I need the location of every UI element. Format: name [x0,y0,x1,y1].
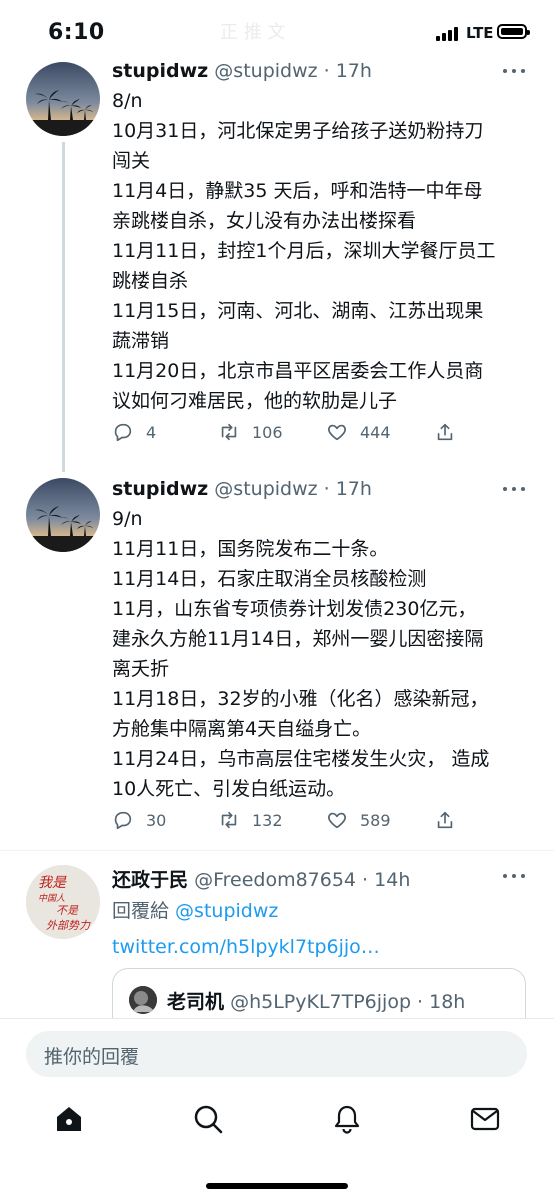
like-count: 444 [360,422,391,442]
tweet-line: 11月，山东省专项债券计划发债230亿元， [112,598,477,620]
like-button[interactable]: 589 [326,806,391,834]
tweet-line: 11月11日，国务院发布二十条。 [112,538,389,560]
avatar-text-line: 中国人 [38,893,65,904]
tweet-line: 闯关 [112,150,151,172]
tweet-line: 11月24日，乌市高层住宅楼发生火灾， 造成 [112,748,490,770]
replying-to-label: 回覆給 [112,900,176,922]
share-button[interactable] [434,418,468,446]
tweet-line: 方舱集中隔离第4天自缢身亡。 [112,718,372,740]
retweet-icon [221,423,237,441]
more-options-icon[interactable] [503,487,525,493]
reply-button[interactable]: 30 [112,806,166,834]
reply-input-placeholder: 推你的回覆 [44,1046,140,1068]
tab-messages[interactable] [469,1103,501,1135]
tweet-line: 8/n [112,90,143,112]
bottom-panel: 推你的回覆 [0,1018,554,1201]
tweet-text: 9/n 11月11日，国务院发布二十条。 11月14日，石家庄取消全员核酸检测 … [112,504,532,804]
retweet-button[interactable]: 132 [218,806,283,834]
like-button[interactable]: 444 [326,418,391,446]
retweet-icon [221,811,237,829]
quoted-header: 老司机 @h5LPyKL7TP6jjop · 18h [167,987,465,1014]
display-name[interactable]: stupidwz [112,478,208,500]
tab-bar [0,1089,554,1149]
reply-icon [114,811,132,830]
handle-and-time: @stupidwz · 17h [214,478,372,500]
tweet-text: 回覆給 @stupidwz twitter.com/h5lpykl7tp6jjo… [112,893,532,965]
share-button[interactable] [434,806,468,834]
quoted-handle-and-time: @h5LPyKL7TP6jjop · 18h [230,991,466,1013]
like-count: 589 [360,810,391,830]
tweet-line: 10人死亡、引发白纸运动。 [112,778,346,800]
tweet-line: 亲跳楼自杀，女儿没有办法出楼探看 [112,210,417,232]
tweet-line: 11月11日，封控1个月后，深圳大学餐厅员工 [112,240,496,262]
tweet-line: 11月14日，石家庄取消全员核酸检测 [112,568,427,590]
tweet-text: 8/n 10月31日，河北保定男子给孩子送奶粉持刀 闯关 11月4日，静默35 … [112,86,532,416]
tweet-header: stupidwz @stupidwz · 17h [112,60,372,82]
avatar[interactable] [26,478,100,552]
retweet-count: 132 [252,810,283,830]
tweet-actions: 4 106 444 [112,418,532,446]
avatar[interactable]: 我是 中国人 不是 外部势力 [26,865,100,939]
tweet-line: 跳楼自杀 [112,270,189,292]
notifications-icon [334,1105,360,1134]
reply-count: 30 [146,810,167,830]
tweet-line: 蔬滞销 [112,330,170,352]
avatar-text-line: 我是 [38,875,67,891]
more-options-icon[interactable] [503,874,525,880]
tweet-line: 11月20日，北京市昌平区居委会工作人员商 [112,360,484,382]
more-options-icon[interactable] [503,69,525,75]
messages-icon [470,1107,500,1131]
tweet-line: 10月31日，河北保定男子给孩子送奶粉持刀 [112,120,484,142]
tweet-line: 11月15日，河南、河北、湖南、江苏出现果 [112,300,484,322]
tweet-line: 议如何刁难居民，他的软肋是儿子 [112,390,398,412]
handle-and-time: @stupidwz · 17h [214,60,372,82]
home-icon [57,1107,81,1131]
reply-icon [114,423,132,442]
tweet-actions: 30 132 589 [112,806,532,834]
tweet-line: 9/n [112,508,143,530]
home-indicator [206,1183,348,1189]
avatar[interactable] [26,62,100,136]
retweet-button[interactable]: 106 [218,418,283,446]
avatar-text-line: 外部势力 [46,919,91,932]
replying-to: 回覆給 @stupidwz [112,893,532,929]
tab-search[interactable] [192,1103,224,1135]
tweet-header: 还政于民 @Freedom87654 · 14h [112,865,410,892]
tweet-line: 离夭折 [112,658,170,680]
display-name[interactable]: 还政于民 [112,869,188,891]
tweet-line: 11月18日，32岁的小雅（化名）感染新冠， [112,688,489,710]
display-name[interactable]: stupidwz [112,60,208,82]
reply-input[interactable]: 推你的回覆 [26,1031,527,1077]
quoted-display-name: 老司机 [167,991,225,1013]
quoted-avatar [129,986,157,1014]
tweet-link[interactable]: twitter.com/h5lpykl7tp6jjo… [112,929,532,965]
heart-icon [328,424,346,441]
tweet-8n[interactable]: stupidwz @stupidwz · 17h 8/n 10月31日，河北保定… [0,0,554,472]
reply-count: 4 [146,422,157,442]
tab-notifications[interactable] [331,1103,363,1135]
tweet-header: stupidwz @stupidwz · 17h [112,478,372,500]
tweet-line: 建永久方舱11月14日，郑州一婴儿因密接隔 [112,628,484,650]
search-icon [194,1105,223,1134]
tab-home[interactable] [53,1103,85,1135]
replying-to-user-link[interactable]: @stupidwz [175,900,278,922]
tweet-9n[interactable]: stupidwz @stupidwz · 17h 9/n 11月11日，国务院发… [0,470,554,850]
share-icon [437,423,453,441]
thread-line [62,142,65,472]
handle-and-time: @Freedom87654 · 14h [194,869,411,891]
retweet-count: 106 [252,422,283,442]
tweet-line: 11月4日，静默35 天后，呼和浩特一中年母 [112,180,483,202]
heart-icon [328,812,346,829]
avatar-text-line: 不是 [56,904,79,917]
reply-button[interactable]: 4 [112,418,156,446]
share-icon [437,811,453,829]
